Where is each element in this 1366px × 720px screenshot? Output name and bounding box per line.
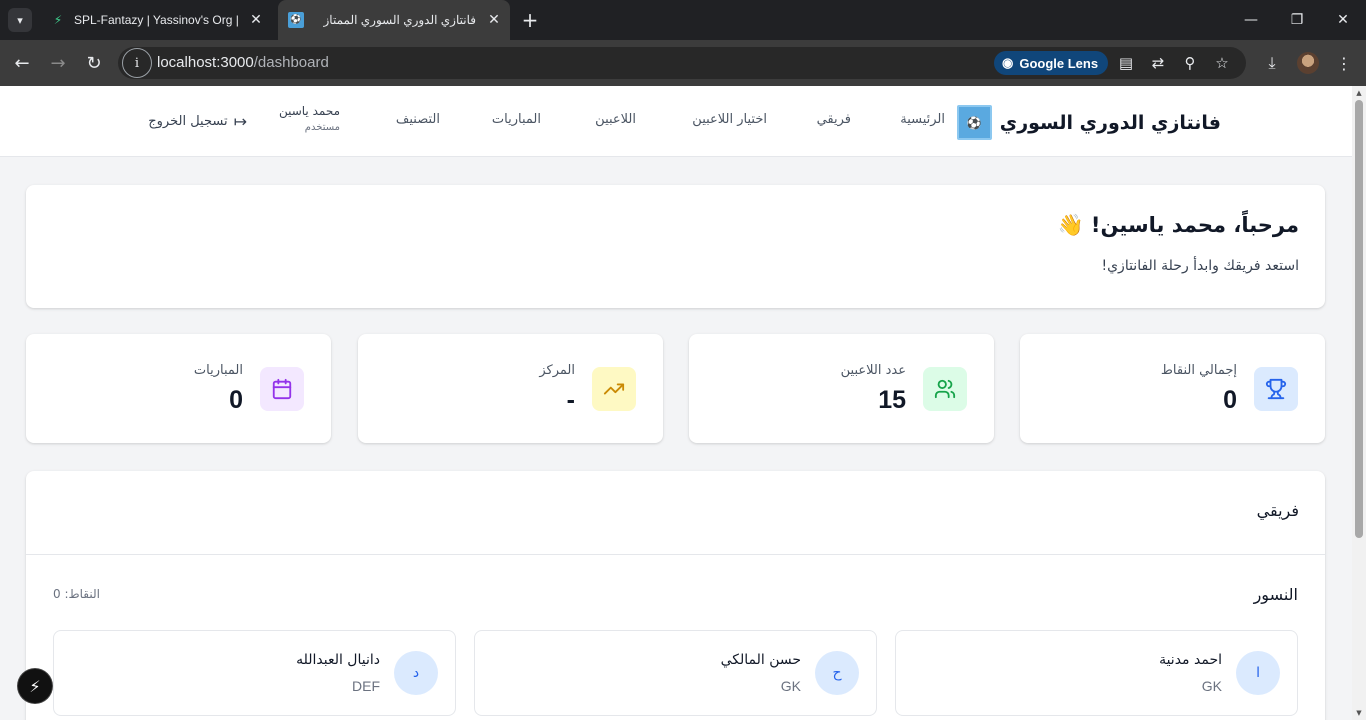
player-card[interactable]: ا احمد مدنية GK <box>895 630 1298 716</box>
scroll-down-icon[interactable]: ▼ <box>1355 709 1363 717</box>
player-position: GK <box>780 678 801 694</box>
stat-label: عدد اللاعبين <box>840 363 906 378</box>
player-card[interactable]: د دانيال العبدالله DEF <box>53 630 456 716</box>
zoom-icon[interactable]: ⚲ <box>1178 51 1202 75</box>
page-scrollbar[interactable]: ▲ ▼ <box>1352 86 1366 720</box>
player-avatar: د <box>394 651 438 695</box>
back-button[interactable]: ← <box>8 49 36 77</box>
address-bar[interactable]: i localhost:3000/dashboard ◉ Google Lens… <box>118 47 1246 79</box>
brand-title: فانتازي الدوري السوري <box>999 111 1221 134</box>
stat-label: المباريات <box>193 363 243 378</box>
welcome-card: مرحباً، محمد ياسين! 👋 استعد فريقك وابدأ … <box>26 185 1325 308</box>
close-window-button[interactable]: ✕ <box>1320 0 1366 40</box>
player-avatar: ا <box>1236 651 1280 695</box>
site-navbar: فانتازي الدوري السوري ⚽ الرئيسية فريقي ا… <box>0 86 1352 157</box>
minimize-button[interactable]: — <box>1228 0 1274 40</box>
nav-matches[interactable]: المباريات <box>492 112 541 127</box>
logout-icon: ↦ <box>233 112 247 131</box>
install-app-icon[interactable]: ▤ <box>1114 51 1138 75</box>
player-name: احمد مدنية <box>1159 652 1222 668</box>
close-icon[interactable]: ✕ <box>484 10 504 30</box>
tab-dashboard[interactable]: ⚽ فانتازي الدوري السوري الممتاز ✕ <box>278 0 510 40</box>
divider <box>26 554 1325 555</box>
user-role: مستخدم <box>304 122 340 133</box>
tab-title: فانتازي الدوري السوري الممتاز <box>323 13 477 27</box>
nav-players[interactable]: اللاعبين <box>595 112 636 127</box>
brand[interactable]: فانتازي الدوري السوري ⚽ <box>956 105 1221 140</box>
nav-standings[interactable]: التصنيف <box>396 112 440 127</box>
scroll-up-icon[interactable]: ▲ <box>1355 89 1363 97</box>
stat-card-total-points: إجمالي النقاط 0 <box>1020 334 1325 443</box>
translate-icon[interactable]: ⇄ <box>1146 51 1170 75</box>
stat-label: المركز <box>539 363 575 378</box>
nav-home[interactable]: الرئيسية <box>900 112 945 127</box>
stat-card-matches: المباريات 0 <box>26 334 331 443</box>
player-avatar: ح <box>815 651 859 695</box>
forward-button[interactable]: → <box>44 49 72 77</box>
site-info-icon[interactable]: i <box>122 48 152 78</box>
league-logo-icon: ⚽ <box>956 105 992 140</box>
stat-card-rank: المركز - <box>358 334 663 443</box>
bookmark-star-icon[interactable]: ☆ <box>1210 51 1234 75</box>
dev-tools-bolt-icon[interactable]: ⚡ <box>18 669 52 703</box>
player-name: حسن المالكي <box>720 652 801 668</box>
site-logo-icon: ⚽ <box>288 12 304 28</box>
welcome-title: مرحباً، محمد ياسين! 👋 <box>1057 213 1299 237</box>
stat-card-player-count: عدد اللاعبين 15 <box>689 334 994 443</box>
my-team-card: فريقي النسور النقاط: 0 ا احمد مدنية GK ح… <box>26 471 1325 720</box>
player-card[interactable]: ح حسن المالكي GK <box>474 630 877 716</box>
download-icon[interactable]: ⤓ <box>1260 51 1284 75</box>
users-icon <box>923 367 967 411</box>
tab-supabase[interactable]: ⚡ SPL-Fantazy | Yassinov's Org | Su ✕ <box>40 0 272 40</box>
stat-label: إجمالي النقاط <box>1160 363 1237 378</box>
logout-button[interactable]: ↦ تسجيل الخروج <box>148 112 247 131</box>
stat-value: 0 <box>229 386 243 414</box>
lens-icon: ◉ <box>1002 55 1014 70</box>
reload-button[interactable]: ↻ <box>80 49 108 77</box>
url-text: localhost:3000/dashboard <box>157 54 329 71</box>
browser-tab-bar: ▾ ⚡ SPL-Fantazy | Yassinov's Org | Su ✕ … <box>0 0 1366 40</box>
google-lens-button[interactable]: ◉ Google Lens <box>994 51 1109 75</box>
calendar-icon <box>260 367 304 411</box>
trophy-icon <box>1254 367 1298 411</box>
supabase-icon: ⚡ <box>53 13 63 27</box>
logout-label: تسجيل الخروج <box>148 114 228 129</box>
close-icon[interactable]: ✕ <box>246 10 266 30</box>
tab-title: SPL-Fantazy | Yassinov's Org | Su <box>74 13 238 27</box>
team-card-heading: فريقي <box>1256 501 1299 520</box>
team-points: النقاط: 0 <box>53 587 100 601</box>
trending-up-icon <box>592 367 636 411</box>
player-position: GK <box>1201 678 1222 694</box>
browser-toolbar: ← → ↻ i localhost:3000/dashboard ◉ Googl… <box>0 40 1366 86</box>
nav-pick-players[interactable]: اختيار اللاعبين <box>692 112 767 127</box>
player-name: دانيال العبدالله <box>296 652 380 668</box>
team-name: النسور <box>1253 585 1298 604</box>
stat-value: 0 <box>1223 386 1237 414</box>
restore-button[interactable]: ❐ <box>1274 0 1320 40</box>
new-tab-button[interactable]: + <box>518 8 542 32</box>
tab-search-button[interactable]: ▾ <box>8 8 32 32</box>
user-name: محمد ياسين <box>278 104 340 118</box>
nav-my-team[interactable]: فريقي <box>817 112 851 127</box>
stat-value: 15 <box>878 386 906 414</box>
scrollbar-thumb[interactable] <box>1355 100 1363 538</box>
player-position: DEF <box>352 678 380 694</box>
welcome-subtitle: استعد فريقك وابدأ رحلة الفانتازي! <box>1101 258 1299 274</box>
menu-icon[interactable]: ⋮ <box>1332 51 1356 75</box>
page-viewport: فانتازي الدوري السوري ⚽ الرئيسية فريقي ا… <box>0 86 1352 720</box>
stat-value: - <box>566 386 575 414</box>
user-info: محمد ياسين مستخدم <box>279 104 340 133</box>
profile-avatar[interactable] <box>1297 52 1319 74</box>
